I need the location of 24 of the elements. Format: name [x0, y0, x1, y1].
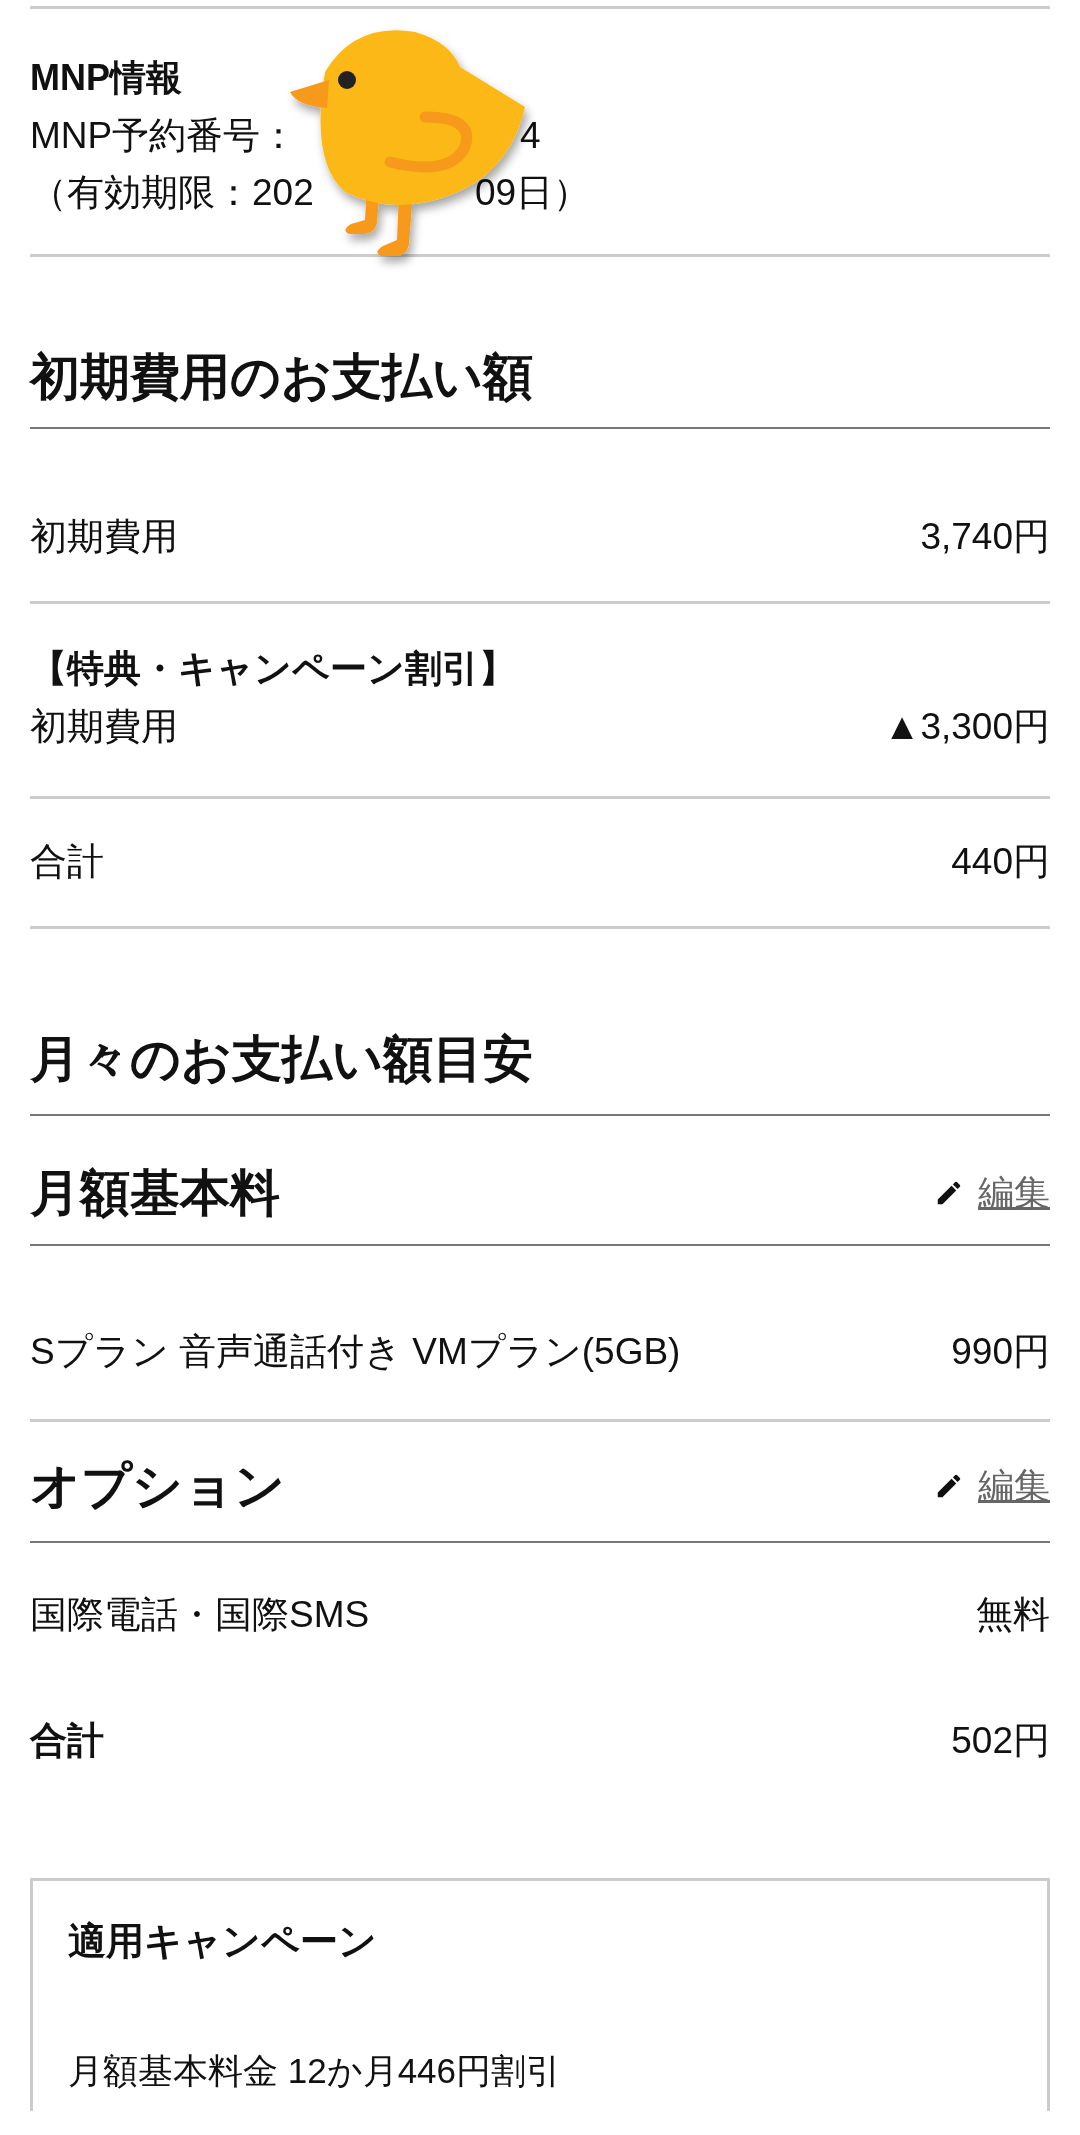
- row-amount: 3,740円: [920, 515, 1050, 559]
- expiry-date-fragment: （有効期限：202: [30, 171, 314, 215]
- section-heading: 初期費用のお支払い額: [30, 348, 534, 407]
- row-label: 初期費用: [30, 515, 178, 559]
- row-amount: 440円: [951, 840, 1050, 884]
- campaign-discount-heading: 【特典・キャンペーン割引】: [30, 647, 517, 691]
- section-heading: 月々のお支払い額目安: [30, 1030, 534, 1089]
- row-amount: 502円: [951, 1719, 1050, 1763]
- mnp-number-label: MNP予約番号：: [30, 114, 298, 158]
- row-amount: 990円: [951, 1330, 1050, 1374]
- row-amount: 無料: [976, 1593, 1050, 1637]
- row-amount: ▲3,300円: [883, 705, 1050, 749]
- campaign-item: 月額基本料金 12か月446円割引: [68, 2050, 563, 2092]
- row-label: 国際電話・国際SMS: [30, 1593, 370, 1637]
- row-label: 合計: [30, 1719, 104, 1763]
- mnp-number-fragment: 4: [520, 114, 541, 158]
- row-label: Sプラン 音声通話付き VMプラン(5GB): [30, 1330, 681, 1374]
- group-heading: オプション: [30, 1457, 285, 1516]
- expiry-date-fragment: 09日）: [475, 171, 591, 215]
- group-heading: 月額基本料: [30, 1164, 280, 1223]
- row-label: 合計: [30, 840, 104, 884]
- row-label: 初期費用: [30, 705, 178, 749]
- campaign-heading: 適用キャンペーン: [68, 1919, 378, 1964]
- mnp-heading: MNP情報: [30, 56, 183, 100]
